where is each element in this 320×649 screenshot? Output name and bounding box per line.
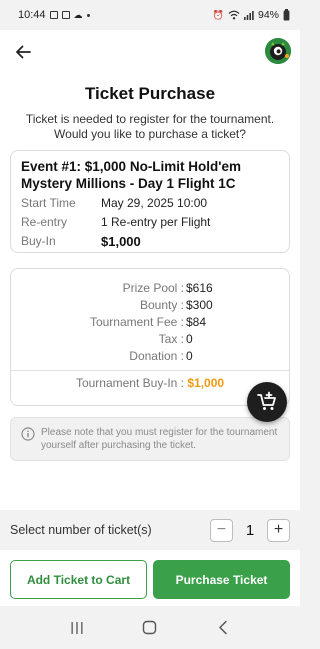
status-bar: 10:44 ☁ ⏰ 94% <box>0 0 300 30</box>
fee-label: Bounty : <box>139 297 184 312</box>
fee-row-bounty: Bounty : $300 <box>11 296 289 313</box>
ticket-quantity-bar: Select number of ticket(s) − 1 + <box>0 510 300 550</box>
total-amount: $1,000 <box>187 376 225 390</box>
battery-level: 94% <box>257 9 279 21</box>
page-subtitle: Ticket is needed to register for the tou… <box>25 112 275 141</box>
purchase-ticket-button[interactable]: Purchase Ticket <box>153 560 290 599</box>
home-button[interactable] <box>130 613 170 643</box>
back-button[interactable] <box>13 42 33 62</box>
cart-fab-button[interactable] <box>247 382 287 422</box>
system-back-button[interactable] <box>203 613 243 643</box>
increase-quantity-button[interactable]: + <box>267 518 290 542</box>
system-nav-bar <box>0 606 300 649</box>
monster-avatar-icon <box>265 38 291 64</box>
page-title: Ticket Purchase <box>84 84 216 103</box>
event-row-buy-in: Buy-In $1,000 <box>21 233 279 249</box>
home-icon <box>143 620 157 635</box>
fee-label: Tournament Fee : <box>89 314 184 329</box>
fee-row-prize-pool: Prize Pool : $616 <box>11 279 289 296</box>
fee-value: $84 <box>186 314 207 329</box>
fee-value: $300 <box>186 297 213 312</box>
event-row-re-entry: Re-entry 1 Re-entry per Flight <box>21 214 279 230</box>
fee-row-tax: Tax : 0 <box>11 330 289 347</box>
event-row-start-time: Start Time May 29, 2025 10:00 <box>21 195 279 211</box>
decrease-quantity-button[interactable]: − <box>210 518 233 542</box>
wifi-icon <box>228 10 240 20</box>
divider <box>11 370 289 371</box>
mail-icon <box>61 11 70 19</box>
avatar[interactable] <box>265 38 291 64</box>
info-icon <box>21 427 35 441</box>
arrow-left-icon <box>16 45 31 59</box>
event-row-value: $1,000 <box>101 233 141 249</box>
back-nav-icon <box>219 620 228 635</box>
dot-icon <box>86 13 90 17</box>
add-to-cart-icon <box>257 391 276 410</box>
fee-label: Donation : <box>129 348 184 363</box>
cloud-icon: ☁ <box>73 9 83 20</box>
fee-value: 0 <box>186 331 193 346</box>
image-icon <box>49 11 58 19</box>
alarm-icon: ⏰ <box>212 9 224 20</box>
fee-label: Tax : <box>158 331 184 346</box>
battery-icon <box>283 9 290 21</box>
fee-value: $616 <box>186 280 213 295</box>
notice-text: Please note that you must register for t… <box>41 427 278 451</box>
quantity-label: Select number of ticket(s) <box>10 523 152 537</box>
fee-row-donation: Donation : 0 <box>11 347 289 364</box>
quantity-stepper: − 1 + <box>210 518 290 542</box>
quantity-value: 1 <box>245 521 255 539</box>
event-row-label: Start Time <box>21 196 76 210</box>
event-row-label: Re-entry <box>21 215 68 229</box>
event-row-value: May 29, 2025 10:00 <box>101 196 208 210</box>
event-row-label: Buy-In <box>21 234 56 248</box>
signal-icon <box>243 11 254 20</box>
fee-value: 0 <box>186 348 193 363</box>
ticket-purchase-content: Ticket Purchase Ticket is needed to regi… <box>0 74 300 510</box>
action-bar: Add Ticket to Cart Purchase Ticket <box>0 550 300 606</box>
event-card: Event #1: $1,000 No-Limit Hold'em Myster… <box>10 150 290 253</box>
status-time: 10:44 <box>18 9 46 21</box>
event-title: Event #1: $1,000 No-Limit Hold'em Myster… <box>21 159 242 191</box>
recent-apps-icon <box>71 621 83 634</box>
fee-row-tournament-fee: Tournament Fee : $84 <box>11 313 289 330</box>
total-label: Tournament Buy-In : <box>75 376 184 390</box>
app-bar <box>0 30 300 74</box>
fee-breakdown-card: Prize Pool : $616 Bounty : $300 Tourname… <box>10 268 290 406</box>
fee-label: Prize Pool : <box>122 280 184 295</box>
tournament-buy-in-total: Tournament Buy-In : $1,000 <box>11 376 289 390</box>
event-row-value: 1 Re-entry per Flight <box>101 215 211 229</box>
recent-apps-button[interactable] <box>57 613 97 643</box>
add-ticket-to-cart-button[interactable]: Add Ticket to Cart <box>10 560 147 599</box>
registration-notice: Please note that you must register for t… <box>10 417 290 461</box>
